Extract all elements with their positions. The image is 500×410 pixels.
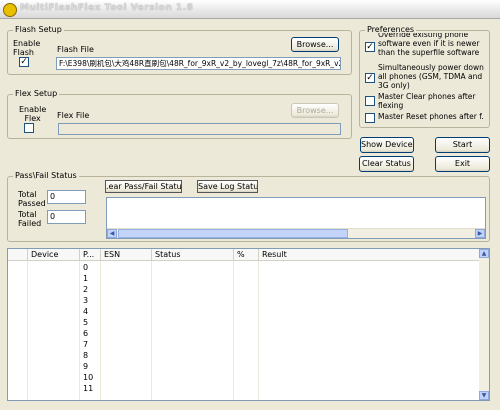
table-row[interactable]: 3	[8, 295, 488, 306]
col-header-status[interactable]: Status	[152, 249, 234, 261]
enable-flash-label: Enable Flash	[13, 39, 41, 57]
scroll-right-icon[interactable]: ▶	[475, 229, 485, 238]
table-row[interactable]: 0	[8, 262, 488, 273]
flex-browse-button[interactable]: Browse...	[291, 103, 339, 118]
pref-power-down-label: Simultaneously power down all phones (GS…	[378, 63, 484, 90]
pref-master-reset-checkbox[interactable]	[365, 113, 375, 123]
port-cell: 3	[83, 296, 89, 305]
enable-flex-label: Enable Flex	[19, 105, 47, 123]
port-cell: 9	[83, 362, 89, 371]
preferences-group: Preferences ✓ Override existing phone so…	[359, 25, 490, 128]
title-bar: MultiFlashFlex Tool Version 1.8	[0, 0, 500, 19]
table-row[interactable]: 4	[8, 306, 488, 317]
port-cell: 10	[83, 373, 94, 382]
flex-file-field[interactable]	[58, 123, 341, 135]
pref-power-down-checkbox[interactable]: ✓	[365, 73, 375, 83]
status-log-scrollbar[interactable]: ◀ ▶	[107, 228, 485, 238]
scroll-up-icon[interactable]: ▲	[479, 249, 489, 258]
show-devices-button[interactable]: Show Devices	[360, 137, 414, 153]
flex-setup-group: Flex Setup Enable Flex Flex File Browse.…	[7, 89, 352, 139]
port-cell: 5	[83, 318, 89, 327]
clear-pass-fail-button[interactable]: .ear Pass/Fail Statu	[105, 180, 182, 193]
table-row[interactable]: 7	[8, 339, 488, 350]
col-header-device[interactable]: Device	[28, 249, 80, 261]
save-log-button[interactable]: Save Log Status	[197, 180, 258, 193]
pass-fail-status-group: Pass\Fail Status Total Passed 0 Total Fa…	[7, 171, 490, 242]
pref-override-row: ✓ Override existing phone software even …	[363, 33, 487, 61]
col-header-result[interactable]: Result	[259, 249, 489, 261]
port-cell: 2	[83, 285, 89, 294]
flex-file-label: Flex File	[57, 111, 90, 120]
window-title: MultiFlashFlex Tool Version 1.8	[20, 3, 194, 13]
total-failed-label: Total Failed	[18, 210, 42, 228]
enable-flex-checkbox[interactable]	[24, 123, 34, 133]
pref-master-reset-label: Master Reset phones after f.	[378, 112, 484, 121]
scroll-thumb[interactable]	[118, 229, 348, 238]
device-table[interactable]: Device P... ESN Status % Result 0 1 2 3 …	[7, 248, 490, 401]
table-row[interactable]: 9	[8, 361, 488, 372]
pref-master-clear-row: Master Clear phones after flexing	[363, 92, 487, 110]
status-log-area[interactable]: ◀ ▶	[106, 197, 486, 239]
pref-master-clear-label: Master Clear phones after flexing	[378, 92, 476, 110]
col-header-port[interactable]: P...	[80, 249, 101, 261]
table-row[interactable]: 2	[8, 284, 488, 295]
flex-setup-legend: Flex Setup	[13, 89, 60, 98]
table-row[interactable]: 1	[8, 273, 488, 284]
scroll-down-icon[interactable]: ▼	[479, 391, 489, 400]
table-row[interactable]: 10	[8, 372, 488, 383]
enable-flash-checkbox[interactable]: ✓	[19, 57, 29, 67]
flash-setup-group: Flash Setup Enable Flash ✓ Flash File Br…	[7, 25, 352, 75]
pref-master-reset-row: Master Reset phones after f.	[363, 111, 487, 125]
total-passed-label: Total Passed	[18, 190, 46, 208]
pref-override-checkbox[interactable]: ✓	[365, 42, 375, 52]
col-header-blank[interactable]	[8, 249, 28, 261]
table-row[interactable]: 11	[8, 383, 488, 394]
start-button[interactable]: Start	[435, 137, 490, 153]
scroll-left-icon[interactable]: ◀	[107, 229, 117, 238]
table-vscrollbar[interactable]: ▲ ▼	[479, 249, 489, 400]
table-row[interactable]: 8	[8, 350, 488, 361]
flash-browse-button[interactable]: Browse...	[291, 37, 339, 52]
port-cell: 0	[83, 263, 89, 272]
port-cell: 1	[83, 274, 89, 283]
port-cell: 11	[83, 384, 94, 393]
col-header-esn[interactable]: ESN	[101, 249, 152, 261]
flash-setup-legend: Flash Setup	[13, 25, 64, 34]
port-cell: 8	[83, 351, 89, 360]
exit-button[interactable]: Exit	[435, 156, 490, 172]
app-icon	[3, 3, 17, 17]
col-header-percent[interactable]: %	[234, 249, 259, 261]
port-cell: 6	[83, 329, 89, 338]
pref-override-label: Override existing phone software even if…	[378, 33, 480, 57]
port-cell: 4	[83, 307, 89, 316]
pass-fail-legend: Pass\Fail Status	[13, 171, 79, 180]
flash-file-field[interactable]: F:\E398\刷机包\大鸡48R直刷包\48R_for_9xR_v2_by_l…	[56, 57, 341, 70]
table-row[interactable]: 5	[8, 317, 488, 328]
table-row[interactable]: 6	[8, 328, 488, 339]
pref-master-clear-checkbox[interactable]	[365, 96, 375, 106]
port-cell: 7	[83, 340, 89, 349]
total-failed-field: 0	[47, 210, 86, 224]
pref-power-down-row: ✓ Simultaneously power down all phones (…	[363, 62, 487, 92]
total-passed-field: 0	[47, 190, 86, 204]
flash-file-label: Flash File	[57, 45, 94, 54]
clear-status-button[interactable]: Clear Status	[359, 156, 414, 172]
